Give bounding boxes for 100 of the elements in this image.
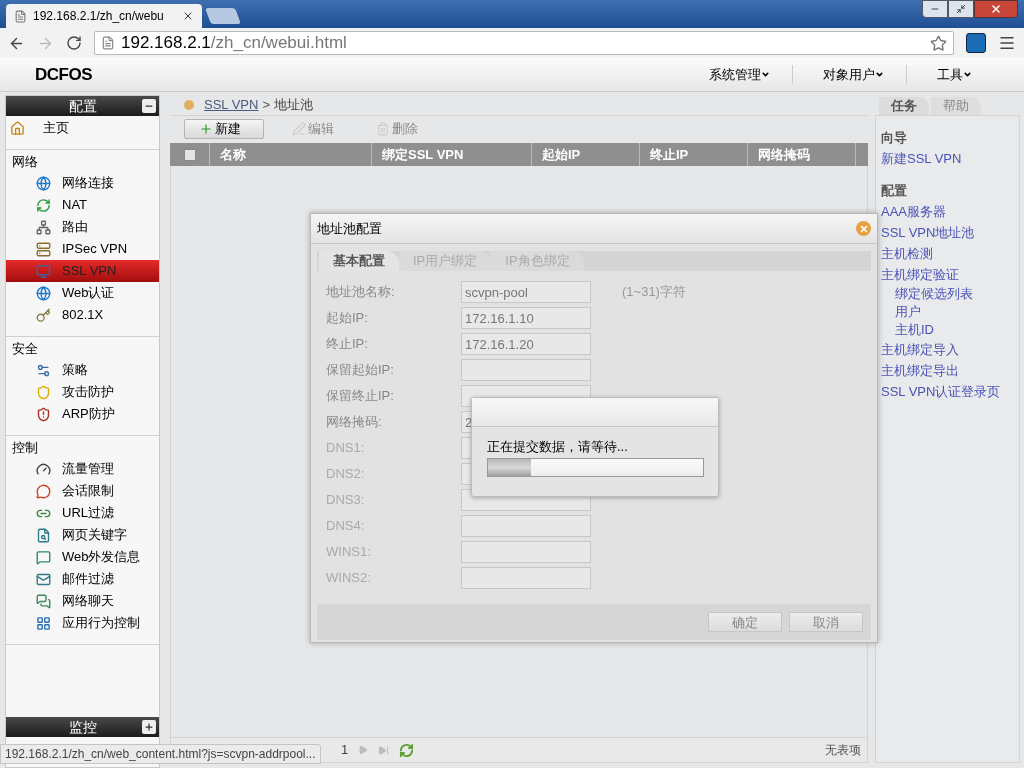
close-window-button[interactable] [974, 0, 1018, 18]
column-header[interactable]: 终止IP [650, 144, 689, 165]
task-link[interactable]: 主机绑定导出 [881, 360, 1019, 381]
tab-title: 192.168.2.1/zh_cn/webu [33, 8, 164, 25]
task-link[interactable]: 主机绑定验证 [881, 264, 1019, 285]
nav-item[interactable]: 会话限制 [6, 480, 159, 502]
field-label: WINS1: [326, 543, 372, 562]
address-bar[interactable]: 192.168.2.1/zh_cn/webui.html [94, 31, 954, 55]
input-field[interactable]: scvpn-pool [461, 281, 591, 303]
nav-item-icon [36, 549, 51, 565]
task-tab[interactable]: 任务 [879, 97, 929, 115]
toolbar-button[interactable]: 新建 [184, 118, 264, 139]
nav-item[interactable]: Web认证 [6, 282, 159, 304]
task-link[interactable]: 主机检测 [881, 243, 1019, 264]
nav-item[interactable]: 主页 [6, 117, 159, 139]
nav-item[interactable]: 路由 [6, 216, 159, 238]
section-heading: 控制 [11, 439, 39, 457]
nav-item[interactable]: 802.1X [6, 304, 159, 326]
task-link[interactable]: 绑定候选列表 [881, 285, 1019, 303]
field-label: 网络掩码: [326, 413, 383, 432]
breadcrumb-link[interactable]: SSL VPN [204, 95, 259, 115]
nav-item[interactable]: IPSec VPN [6, 238, 159, 260]
input-field[interactable] [461, 359, 591, 381]
nav-item-icon [36, 384, 51, 400]
nav-item[interactable]: 策略 [6, 359, 159, 381]
nav-item[interactable]: ARP防护 [6, 403, 159, 425]
nav-item[interactable]: 网页关键字 [6, 524, 159, 546]
nav-item-icon [36, 527, 51, 543]
maximize-button[interactable] [948, 0, 974, 18]
minimize-button[interactable] [922, 0, 948, 18]
page-icon [101, 36, 115, 50]
field-hint: (1~31)字符 [622, 283, 686, 302]
collapse-button[interactable] [142, 99, 156, 113]
nav-item[interactable]: NAT [6, 194, 159, 216]
toolbar-icon [292, 121, 306, 136]
task-link[interactable]: 主机ID [881, 321, 1019, 339]
status-url: 192.168.2.1/zh_cn/web_content.html?js=scvpn-addrpool... [0, 744, 321, 764]
nav-item-icon [36, 285, 51, 301]
menu-item[interactable]: 工具 [937, 64, 963, 85]
nav-item-icon [36, 263, 51, 279]
task-link[interactable]: 用户 [881, 303, 1019, 321]
nav-item[interactable]: 应用行为控制 [6, 612, 159, 634]
column-header[interactable]: 起始IP [542, 144, 581, 165]
nav-item-icon [36, 461, 51, 477]
menu-icon[interactable] [998, 34, 1016, 52]
url-text: 192.168.2.1/zh_cn/webui.html [121, 32, 347, 55]
sidebar-footer-header[interactable]: 监控 [6, 717, 159, 737]
extension-icon[interactable] [966, 33, 986, 53]
dialog-tab[interactable]: 基本配置 [319, 251, 399, 271]
menu-item[interactable]: 系统管理 [709, 64, 761, 85]
field-label: 终止IP: [326, 335, 369, 354]
breadcrumb-separator: > [262, 96, 271, 115]
column-header[interactable]: 绑定SSL VPN [382, 144, 464, 165]
new-tab-button[interactable] [205, 8, 241, 24]
nav-item[interactable]: URL过滤 [6, 502, 159, 524]
sidebar-title: 配置 [68, 96, 97, 116]
input-field[interactable] [461, 567, 591, 589]
task-link[interactable]: AAA服务器 [881, 201, 1019, 222]
close-tab-icon[interactable] [182, 10, 194, 22]
caret-icon [761, 70, 770, 79]
browser-tab[interactable]: 192.168.2.1/zh_cn/webu [6, 4, 202, 28]
nav-item[interactable]: 邮件过滤 [6, 568, 159, 590]
input-field[interactable] [461, 541, 591, 563]
plus-icon [144, 722, 154, 732]
column-header[interactable]: 名称 [220, 144, 246, 165]
nav-item-icon [36, 307, 51, 323]
toolbar-icon [376, 121, 390, 136]
field-label: 地址池名称: [326, 283, 396, 302]
nav-item[interactable]: Web外发信息 [6, 546, 159, 568]
nav-item[interactable]: 流量管理 [6, 458, 159, 480]
menu-item[interactable]: 对象用户 [823, 64, 875, 85]
pager-status: 无表项 [825, 742, 861, 759]
restore-icon [956, 4, 966, 14]
progress-message: 正在提交数据，请等待... [487, 438, 629, 456]
close-icon [858, 223, 869, 234]
caret-icon [875, 70, 884, 79]
dialog-button[interactable]: 取消 [789, 612, 863, 632]
dialog-title: 地址池配置 [317, 219, 382, 238]
select-all-checkbox[interactable] [183, 148, 196, 161]
field-label: DNS2: [326, 465, 366, 484]
input-field[interactable] [461, 515, 591, 537]
column-header[interactable]: 网络掩码 [758, 144, 810, 165]
logo: DCFOS [35, 63, 92, 86]
task-link[interactable]: SSL VPN地址池 [881, 222, 1019, 243]
task-link[interactable]: 主机绑定导入 [881, 339, 1019, 360]
task-link[interactable]: 新建SSL VPN [881, 148, 1019, 169]
nav-item-icon [36, 362, 51, 378]
star-icon[interactable] [930, 34, 947, 52]
nav-item[interactable]: 网络连接 [6, 172, 159, 194]
page-icon [14, 9, 27, 23]
page-number: 1 [341, 741, 349, 760]
refresh-icon[interactable] [399, 742, 415, 758]
nav-item[interactable]: 网络聊天 [6, 590, 159, 612]
task-link[interactable]: SSL VPN认证登录页 [881, 381, 1019, 402]
breadcrumb-current: 地址池 [274, 96, 314, 115]
nav-item[interactable]: 攻击防护 [6, 381, 159, 403]
expand-button[interactable] [142, 720, 156, 734]
input-field[interactable]: 172.16.1.10 [461, 307, 591, 329]
input-field[interactable]: 172.16.1.20 [461, 333, 591, 355]
reload-icon[interactable] [66, 35, 82, 51]
